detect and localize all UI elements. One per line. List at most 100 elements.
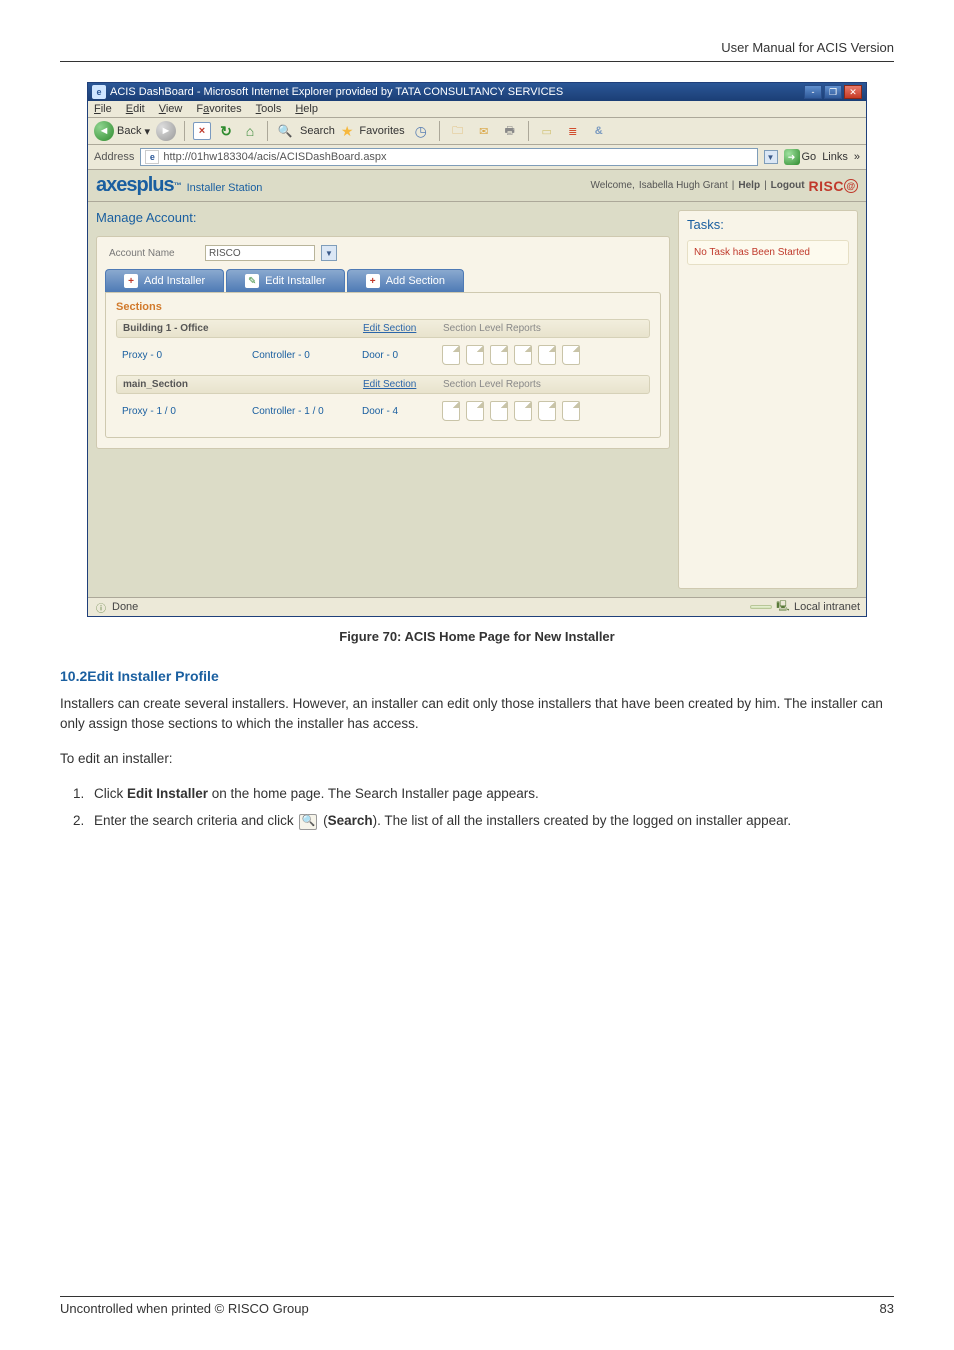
account-dropdown-icon[interactable]: ▼	[321, 245, 337, 261]
paragraph: Installers can create several installers…	[60, 694, 894, 735]
report-icon[interactable]	[490, 345, 508, 365]
section-header-row: Building 1 - Office Edit Section Section…	[116, 319, 650, 338]
logout-link[interactable]: Logout	[771, 180, 805, 191]
report-icon[interactable]	[466, 345, 484, 365]
proxy-cell: Proxy - 1 / 0	[122, 406, 252, 417]
menu-view[interactable]: View	[159, 103, 183, 115]
address-dropdown-icon[interactable]: ▼	[764, 150, 778, 164]
report-icon[interactable]	[466, 401, 484, 421]
step-text: on the home page. The Search Installer p…	[208, 786, 539, 801]
report-icon[interactable]	[490, 401, 508, 421]
maximize-button[interactable]: ❐	[824, 85, 842, 99]
refresh-button[interactable]: ↻	[217, 122, 235, 140]
ie-menubar: File Edit View Favorites Tools Help	[88, 101, 866, 118]
tab-edit-installer[interactable]: ✎ Edit Installer	[226, 269, 345, 292]
go-button[interactable]: ➜ Go	[784, 149, 817, 165]
ie-page-icon: e	[92, 85, 106, 99]
back-icon: ◄	[94, 121, 114, 141]
step-text: ). The list of all the installers create…	[373, 813, 792, 828]
report-icon[interactable]	[442, 401, 460, 421]
print-button[interactable]: 🖶	[500, 121, 520, 141]
account-name-label: Account Name	[109, 248, 199, 259]
bold-text: Search	[328, 813, 373, 828]
address-field[interactable]: e http://01hw183304/acis/ACISDashBoard.a…	[140, 148, 757, 166]
minimize-button[interactable]: -	[804, 85, 822, 99]
ie-title-left: e ACIS DashBoard - Microsoft Internet Ex…	[92, 85, 563, 99]
close-button[interactable]: ✕	[844, 85, 862, 99]
menu-help[interactable]: Help	[295, 103, 318, 115]
done-icon: ⓘ	[94, 600, 108, 614]
brand-right: Welcome, Isabella Hugh Grant | Help | Lo…	[591, 178, 858, 194]
paragraph: To edit an installer:	[60, 749, 894, 769]
menu-file[interactable]: File	[94, 103, 112, 115]
home-button[interactable]: ⌂	[241, 122, 259, 140]
status-left: ⓘ Done	[94, 600, 138, 614]
ie-titlebar: e ACIS DashBoard - Microsoft Internet Ex…	[88, 83, 866, 101]
panel-title: Manage Account:	[96, 210, 670, 226]
tasks-title: Tasks:	[687, 217, 849, 232]
report-icon[interactable]	[562, 345, 580, 365]
main-row: Manage Account: Account Name ▼ + Add Ins…	[88, 202, 866, 597]
footer-row: Uncontrolled when printed © RISCO Group …	[60, 1301, 894, 1316]
folders-button[interactable]: 🗀	[448, 121, 468, 141]
search-row: Account Name ▼	[105, 245, 661, 261]
messenger-button[interactable]: &	[589, 121, 609, 141]
tab-add-installer[interactable]: + Add Installer	[105, 269, 224, 292]
menu-edit[interactable]: Edit	[126, 103, 145, 115]
forward-button[interactable]: ►	[156, 121, 176, 141]
status-done: Done	[112, 601, 138, 613]
mail-button[interactable]: ✉	[474, 121, 494, 141]
sections-frame: Sections Building 1 - Office Edit Sectio…	[105, 292, 661, 438]
section-data-row: Proxy - 0 Controller - 0 Door - 0	[116, 341, 650, 369]
step-item: Click Edit Installer on the home page. T…	[88, 783, 894, 805]
step-text: (	[319, 813, 327, 828]
header-rule	[60, 61, 894, 62]
edit-section-link[interactable]: Edit Section	[363, 379, 443, 390]
go-label: Go	[802, 151, 817, 163]
separator: |	[732, 180, 735, 191]
status-zone-bg	[750, 605, 772, 609]
favorites-icon: ★	[341, 123, 354, 140]
ie-title-text: ACIS DashBoard - Microsoft Internet Expl…	[110, 86, 563, 98]
spacer	[96, 449, 670, 589]
report-icon[interactable]	[442, 345, 460, 365]
controller-cell: Controller - 0	[252, 350, 362, 361]
reports-label: Section Level Reports	[443, 379, 541, 390]
tab-add-section[interactable]: + Add Section	[347, 269, 464, 292]
report-icon[interactable]	[562, 401, 580, 421]
edit-section-link[interactable]: Edit Section	[363, 323, 443, 334]
toolbar-separator	[439, 121, 440, 141]
menu-favorites[interactable]: Favorites	[196, 103, 241, 115]
favorites-label[interactable]: Favorites	[359, 125, 404, 137]
toolbar-separator	[528, 121, 529, 141]
discuss-button[interactable]: ≣	[563, 121, 583, 141]
toolbar-separator	[184, 121, 185, 141]
figure-caption: Figure 70: ACIS Home Page for New Instal…	[60, 629, 894, 644]
search-label[interactable]: Search	[300, 125, 335, 137]
tasks-panel: Tasks: No Task has Been Started	[678, 210, 858, 589]
stop-button[interactable]: ×	[193, 122, 211, 140]
edit-page-button[interactable]: ▭	[537, 121, 557, 141]
report-icon[interactable]	[538, 345, 556, 365]
back-dropdown-icon[interactable]: ▾	[144, 125, 150, 138]
welcome-name: Isabella Hugh Grant	[639, 180, 728, 191]
section-name: main_Section	[123, 379, 253, 390]
history-button[interactable]: ◷	[411, 121, 431, 141]
back-button[interactable]: ◄ Back ▾	[94, 121, 150, 141]
footer-rule	[60, 1296, 894, 1297]
search-icon: 🔍	[276, 122, 294, 140]
menu-tools[interactable]: Tools	[256, 103, 282, 115]
page-number: 83	[880, 1301, 894, 1316]
report-icon[interactable]	[514, 401, 532, 421]
back-label: Back	[117, 125, 141, 137]
report-icon[interactable]	[514, 345, 532, 365]
section-heading: 10.2Edit Installer Profile	[60, 668, 894, 684]
brand-subtitle: Installer Station	[187, 182, 263, 194]
help-link[interactable]: Help	[738, 180, 760, 191]
links-chevron-icon[interactable]: »	[854, 151, 860, 163]
account-name-field[interactable]	[205, 245, 315, 261]
ie-toolbar: ◄ Back ▾ ► × ↻ ⌂ 🔍 Search ★ Favorites ◷ …	[88, 118, 866, 145]
report-icon[interactable]	[538, 401, 556, 421]
links-label[interactable]: Links	[822, 151, 848, 163]
address-url: http://01hw183304/acis/ACISDashBoard.asp…	[163, 151, 386, 163]
